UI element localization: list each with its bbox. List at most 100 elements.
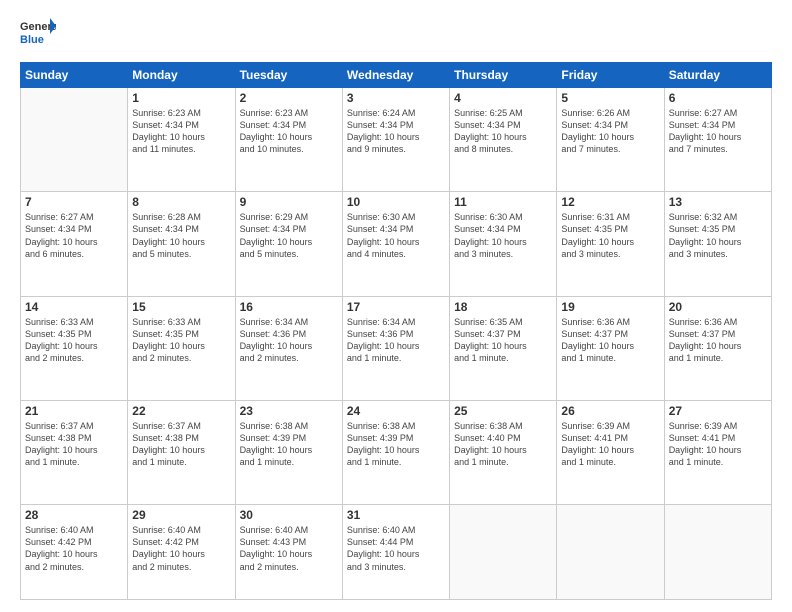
info-line: Sunrise: 6:35 AM (454, 317, 523, 327)
cell-info: Sunrise: 6:37 AMSunset: 4:38 PMDaylight:… (132, 420, 230, 469)
info-line: Sunset: 4:41 PM (669, 433, 736, 443)
cell-info: Sunrise: 6:29 AMSunset: 4:34 PMDaylight:… (240, 211, 338, 260)
calendar-cell: 8Sunrise: 6:28 AMSunset: 4:34 PMDaylight… (128, 192, 235, 296)
info-line: Daylight: 10 hours (25, 237, 98, 247)
cell-info: Sunrise: 6:31 AMSunset: 4:35 PMDaylight:… (561, 211, 659, 260)
calendar-cell: 16Sunrise: 6:34 AMSunset: 4:36 PMDayligh… (235, 296, 342, 400)
day-number: 25 (454, 404, 552, 418)
day-number: 21 (25, 404, 123, 418)
info-line: Daylight: 10 hours (454, 341, 527, 351)
svg-text:Blue: Blue (20, 34, 44, 46)
calendar-cell (21, 88, 128, 192)
calendar-cell: 19Sunrise: 6:36 AMSunset: 4:37 PMDayligh… (557, 296, 664, 400)
info-line: and 1 minute. (454, 353, 509, 363)
cell-info: Sunrise: 6:33 AMSunset: 4:35 PMDaylight:… (132, 316, 230, 365)
day-number: 12 (561, 195, 659, 209)
info-line: Daylight: 10 hours (347, 341, 420, 351)
info-line: and 11 minutes. (132, 144, 195, 154)
info-line: Sunrise: 6:38 AM (347, 421, 416, 431)
calendar-cell: 23Sunrise: 6:38 AMSunset: 4:39 PMDayligh… (235, 400, 342, 504)
info-line: and 2 minutes. (25, 562, 84, 572)
calendar-cell: 30Sunrise: 6:40 AMSunset: 4:43 PMDayligh… (235, 505, 342, 600)
info-line: and 7 minutes. (561, 144, 620, 154)
calendar-cell: 18Sunrise: 6:35 AMSunset: 4:37 PMDayligh… (450, 296, 557, 400)
logo: General Blue (20, 16, 56, 52)
cell-info: Sunrise: 6:34 AMSunset: 4:36 PMDaylight:… (347, 316, 445, 365)
week-row: 7Sunrise: 6:27 AMSunset: 4:34 PMDaylight… (21, 192, 772, 296)
info-line: Sunset: 4:37 PM (454, 329, 521, 339)
info-line: Sunset: 4:34 PM (132, 120, 199, 130)
day-number: 28 (25, 508, 123, 522)
cell-info: Sunrise: 6:36 AMSunset: 4:37 PMDaylight:… (561, 316, 659, 365)
calendar-table: Sunday Monday Tuesday Wednesday Thursday… (20, 62, 772, 600)
info-line: Sunset: 4:34 PM (561, 120, 628, 130)
calendar-cell: 15Sunrise: 6:33 AMSunset: 4:35 PMDayligh… (128, 296, 235, 400)
info-line: and 1 minute. (240, 457, 295, 467)
info-line: Daylight: 10 hours (454, 445, 527, 455)
day-number: 10 (347, 195, 445, 209)
logo-svg: General Blue (20, 16, 56, 52)
info-line: and 5 minutes. (132, 249, 191, 259)
calendar-cell: 12 Sunrise: 6:31 AMSunset: 4:35 PMDayligh… (557, 192, 664, 296)
cell-info: Sunrise: 6:38 AMSunset: 4:40 PMDaylight:… (454, 420, 552, 469)
info-line: Daylight: 10 hours (454, 237, 527, 247)
day-number: 31 (347, 508, 445, 522)
cell-info: Sunrise: 6:30 AMSunset: 4:34 PMDaylight:… (454, 211, 552, 260)
info-line: Sunrise: 6:40 AM (132, 525, 201, 535)
info-line: and 2 minutes. (25, 353, 84, 363)
info-line: Sunrise: 6:32 AM (669, 212, 738, 222)
cell-info: Sunrise: 6:27 AMSunset: 4:34 PMDaylight:… (25, 211, 123, 260)
week-row: 14 Sunrise: 6:33 AMSunset: 4:35 PMDayligh… (21, 296, 772, 400)
info-line: and 1 minute. (132, 457, 187, 467)
day-number: 24 (347, 404, 445, 418)
col-thursday: Thursday (450, 63, 557, 88)
info-line: and 3 minutes. (561, 249, 620, 259)
header-row: Sunday Monday Tuesday Wednesday Thursday… (21, 63, 772, 88)
col-tuesday: Tuesday (235, 63, 342, 88)
info-line: Sunrise: 6:27 AM (669, 108, 738, 118)
week-row: 1Sunrise: 6:23 AMSunset: 4:34 PMDaylight… (21, 88, 772, 192)
calendar-cell: 1Sunrise: 6:23 AMSunset: 4:34 PMDaylight… (128, 88, 235, 192)
info-line: Sunrise: 6:27 AM (25, 212, 94, 222)
info-line: Sunset: 4:36 PM (347, 329, 414, 339)
info-line: Sunset: 4:44 PM (347, 537, 414, 547)
info-line: and 1 minute. (25, 457, 80, 467)
info-line: and 1 minute. (347, 457, 402, 467)
info-line: Sunset: 4:34 PM (669, 120, 736, 130)
cell-info: Sunrise: 6:32 AMSunset: 4:35 PMDaylight:… (669, 211, 767, 260)
info-line: Sunrise: 6:30 AM (454, 212, 523, 222)
info-line: Sunset: 4:42 PM (132, 537, 199, 547)
info-line: Daylight: 10 hours (561, 132, 634, 142)
day-number: 27 (669, 404, 767, 418)
info-line: Daylight: 10 hours (132, 549, 205, 559)
cell-info: Sunrise: 6:40 AM Sunset: 4:42 PM Daylight:… (132, 524, 230, 573)
cell-info: Sunrise: 6:37 AMSunset: 4:38 PMDaylight:… (25, 420, 123, 469)
info-line: Sunrise: 6:23 AM (132, 108, 201, 118)
info-line: Daylight: 10 hours (25, 341, 98, 351)
info-line: Daylight: 10 hours (347, 132, 420, 142)
info-line: Daylight: 10 hours (240, 341, 313, 351)
info-line: Daylight: 10 hours (25, 445, 98, 455)
day-number: 14 (25, 300, 123, 314)
info-line: and 5 minutes. (240, 249, 299, 259)
info-line: and 4 minutes. (347, 249, 406, 259)
calendar-cell: 26Sunrise: 6:39 AMSunset: 4:41 PMDayligh… (557, 400, 664, 504)
info-line: Sunrise: 6:37 AM (132, 421, 201, 431)
info-line: Sunrise: 6:36 AM (669, 317, 738, 327)
cell-info: Sunrise: 6:39 AMSunset: 4:41 PMDaylight:… (561, 420, 659, 469)
info-line: Sunset: 4:36 PM (240, 329, 307, 339)
calendar-cell: 10Sunrise: 6:30 AMSunset: 4:34 PMDayligh… (342, 192, 449, 296)
info-line: and 8 minutes. (454, 144, 513, 154)
cell-info: Sunrise: 6:38 AMSunset: 4:39 PMDaylight:… (240, 420, 338, 469)
day-number: 29 (132, 508, 230, 522)
col-saturday: Saturday (664, 63, 771, 88)
info-line: Daylight: 10 hours (669, 445, 742, 455)
info-line: Sunrise: 6:26 AM (561, 108, 630, 118)
info-line: Daylight: 10 hours (347, 445, 420, 455)
calendar-cell: 29 Sunrise: 6:40 AM Sunset: 4:42 PM Dayligh… (128, 505, 235, 600)
day-number: 17 (347, 300, 445, 314)
info-line: and 1 minute. (561, 457, 616, 467)
cell-info: Sunrise: 6:40 AMSunset: 4:43 PMDaylight:… (240, 524, 338, 573)
info-line: Sunrise: 6:38 AM (454, 421, 523, 431)
info-line: Daylight: 10 hours (132, 445, 205, 455)
